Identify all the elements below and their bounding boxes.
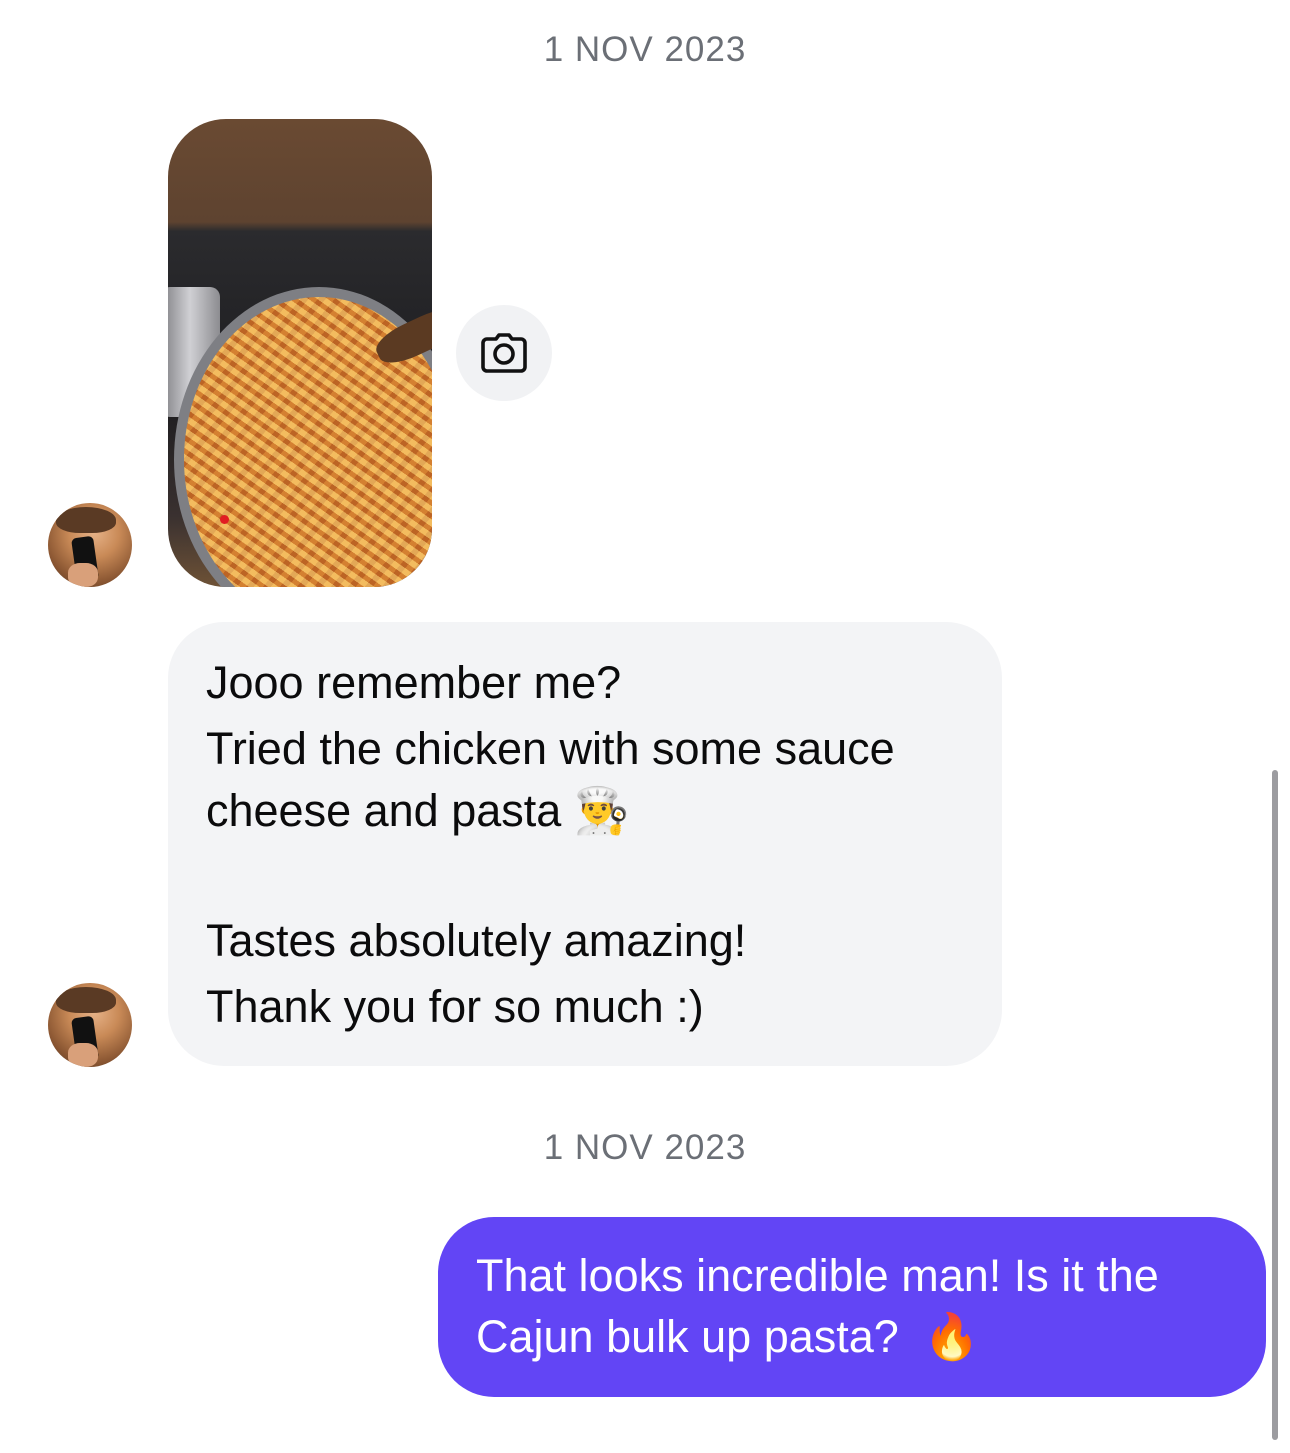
camera-icon (481, 333, 527, 373)
message-line: Cajun bulk up pasta? 🔥 (476, 1311, 980, 1362)
avatar[interactable] (48, 983, 132, 1067)
outgoing-message-bubble[interactable]: That looks incredible man! Is it the Caj… (438, 1217, 1266, 1397)
camera-reply-button[interactable] (456, 305, 552, 401)
message-line: cheese and pasta 👨‍🍳 (206, 785, 630, 836)
scrollbar[interactable] (1272, 770, 1278, 1440)
date-separator: 1 NOV 2023 (543, 1128, 747, 1167)
message-line: Tried the chicken with some sauce (206, 723, 895, 774)
incoming-message-bubble[interactable]: Jooo remember me? Tried the chicken with… (168, 622, 1002, 1066)
message-line: Tastes absolutely amazing! (206, 915, 747, 966)
message-line: Thank you for so much :) (206, 981, 704, 1032)
avatar[interactable] (48, 503, 132, 587)
date-separator: 1 NOV 2023 (543, 30, 747, 69)
message-line: That looks incredible man! Is it the (476, 1250, 1159, 1301)
message-line: Jooo remember me? (206, 657, 622, 708)
shared-photo[interactable] (168, 119, 432, 587)
stove-indicator (220, 515, 229, 524)
